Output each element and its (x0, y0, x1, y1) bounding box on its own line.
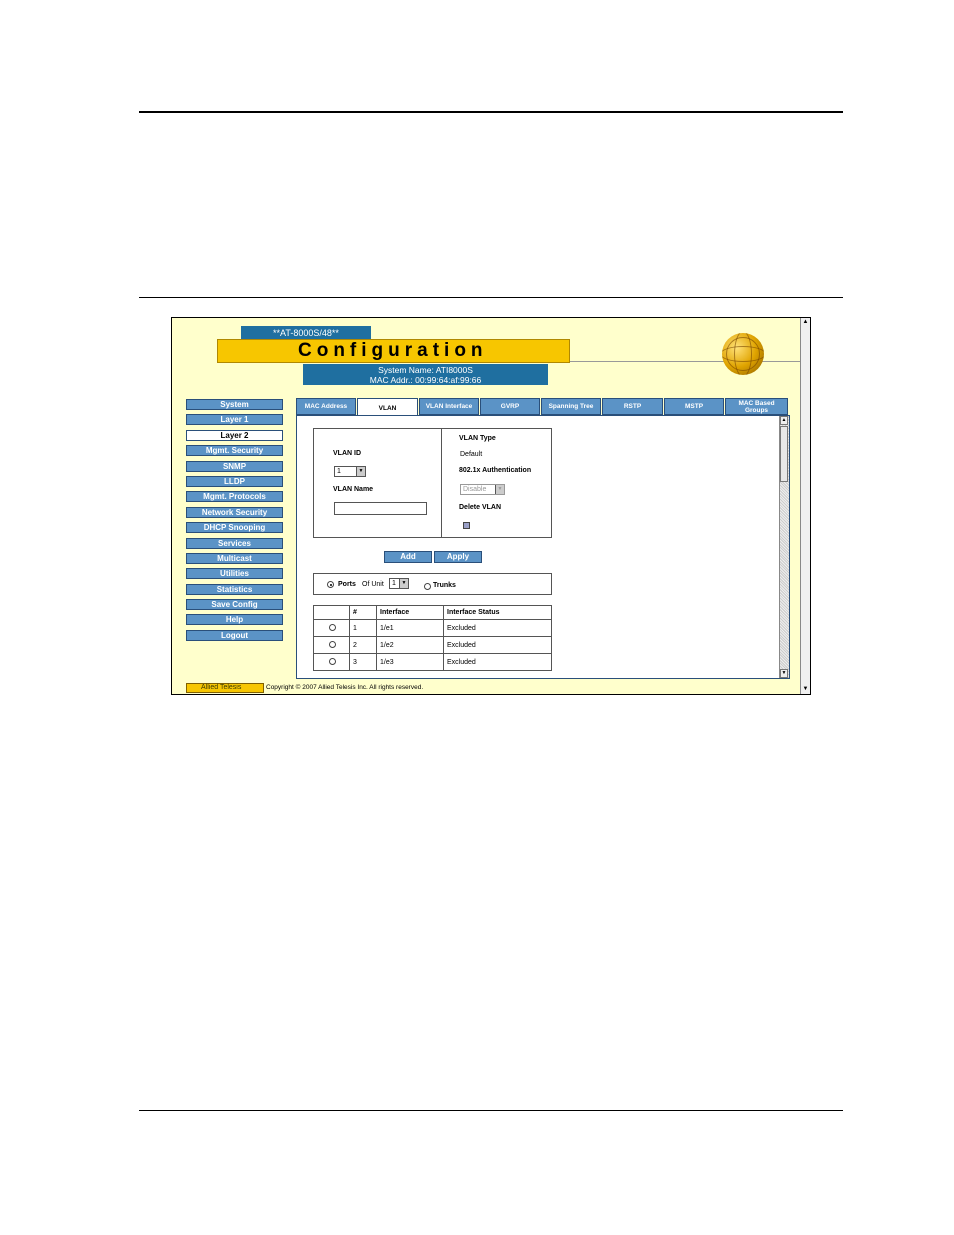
row-number: 1 (349, 619, 377, 637)
system-info-box: System Name: ATI8000S MAC Addr.: 00:99:6… (303, 364, 548, 385)
of-unit-label: Of Unit (362, 581, 384, 588)
tab-rstp[interactable]: RSTP (602, 398, 663, 415)
sidebar-item-multicast[interactable]: Multicast (186, 552, 283, 564)
tab-spanning-tree[interactable]: Spanning Tree (541, 398, 601, 415)
page-title: Configuration (217, 339, 570, 363)
tab-bar: MAC Address VLAN VLAN Interface GVRP Spa… (296, 398, 788, 417)
vlan-id-select[interactable]: 1 ▼ (334, 466, 366, 477)
sidebar-item-save-config[interactable]: Save Config (186, 599, 283, 611)
row-radio[interactable] (329, 624, 336, 631)
sidebar-item-layer-1[interactable]: Layer 1 (186, 414, 283, 426)
trunks-radio[interactable] (424, 583, 431, 590)
row-radio[interactable] (329, 658, 336, 665)
sidebar-item-logout[interactable]: Logout (186, 629, 283, 641)
row-interface: 1/e1 (376, 619, 444, 637)
vlan-id-label: VLAN ID (333, 450, 361, 457)
scroll-thumb[interactable] (780, 426, 788, 482)
unit-select[interactable]: 1 ▼ (389, 578, 409, 589)
tab-mac-address[interactable]: MAC Address (296, 398, 356, 415)
mac-address: MAC Addr.: 00:99:64:af:99:66 (369, 375, 482, 385)
sidebar-item-network-security[interactable]: Network Security (186, 506, 283, 518)
ports-label: Ports (338, 581, 356, 588)
sidebar-item-help[interactable]: Help (186, 614, 283, 626)
vlan-name-label: VLAN Name (333, 486, 374, 493)
sidebar-nav: System Layer 1 Layer 2 Mgmt. Security SN… (186, 399, 283, 645)
tab-gvrp[interactable]: GVRP (480, 398, 540, 415)
vlan-id-value: 1 (337, 468, 341, 475)
ports-radio[interactable] (327, 581, 334, 588)
copyright-text: Copyright © 2007 Allied Telesis Inc. All… (266, 684, 424, 691)
chevron-down-icon[interactable]: ▼ (399, 579, 408, 588)
sidebar-item-statistics[interactable]: Statistics (186, 583, 283, 595)
sidebar-item-utilities[interactable]: Utilities (186, 568, 283, 580)
vlan-settings-divider (441, 429, 442, 537)
bottom-rule (139, 1110, 843, 1111)
apply-button[interactable]: Apply (434, 551, 482, 563)
table-row[interactable]: 3 1/e3 Excluded (313, 653, 552, 671)
delete-vlan-checkbox[interactable] (463, 522, 470, 529)
unit-value: 1 (392, 580, 396, 587)
sidebar-item-mgmt-protocols[interactable]: Mgmt. Protocols (186, 491, 283, 503)
row-status: Excluded (443, 619, 552, 637)
chevron-down-icon[interactable]: ▼ (495, 485, 504, 494)
allied-telesis-logo: Allied Telesis (186, 683, 264, 693)
table-header-row: # Interface Interface Status (313, 605, 552, 620)
chevron-down-icon[interactable]: ▼ (356, 467, 365, 476)
scroll-up-icon[interactable]: ▲ (801, 318, 810, 327)
globe-logo-icon (722, 333, 764, 375)
row-select-cell[interactable] (313, 619, 350, 637)
vlan-type-label: VLAN Type (459, 435, 496, 442)
col-interface-header: Interface (376, 605, 444, 620)
row-interface: 1/e3 (376, 653, 444, 671)
col-number-header: # (349, 605, 377, 620)
sidebar-item-services[interactable]: Services (186, 537, 283, 549)
panel-scrollbar[interactable]: ▲ ▼ (779, 416, 789, 678)
col-select-header (313, 605, 350, 620)
vlan-panel: VLAN ID 1 ▼ VLAN Name VLAN Type Default … (296, 415, 790, 679)
port-selection-box: Ports Of Unit 1 ▼ Trunks (313, 573, 552, 595)
model-label: **AT-8000S/48** (241, 326, 371, 340)
tab-mac-based-groups[interactable]: MAC Based Groups (725, 398, 788, 415)
row-status: Excluded (443, 636, 552, 654)
top-rule (139, 111, 843, 113)
vlan-settings-box: VLAN ID 1 ▼ VLAN Name VLAN Type Default … (313, 428, 552, 538)
scroll-down-icon[interactable]: ▼ (780, 669, 788, 678)
col-status-header: Interface Status (443, 605, 552, 620)
system-name: System Name: ATI8000S (378, 365, 473, 375)
row-number: 3 (349, 653, 377, 671)
auth-label: 802.1x Authentication (459, 467, 532, 474)
row-number: 2 (349, 636, 377, 654)
row-select-cell[interactable] (313, 653, 350, 671)
sidebar-item-mgmt-security[interactable]: Mgmt. Security (186, 445, 283, 457)
sidebar-item-layer-2[interactable]: Layer 2 (186, 429, 283, 441)
scroll-up-icon[interactable]: ▲ (780, 416, 788, 425)
sidebar-item-dhcp-snooping[interactable]: DHCP Snooping (186, 522, 283, 534)
auth-value: Disable (463, 486, 487, 493)
table-row[interactable]: 1 1/e1 Excluded (313, 619, 552, 637)
tab-vlan-interface[interactable]: VLAN Interface (419, 398, 479, 415)
auth-select[interactable]: Disable ▼ (460, 484, 505, 495)
title-underline (570, 361, 802, 362)
footer: Allied Telesis Copyright © 2007 Allied T… (186, 683, 806, 693)
sidebar-item-lldp[interactable]: LLDP (186, 475, 283, 487)
page-scrollbar[interactable]: ▲ ▼ (800, 318, 810, 694)
browser-screenshot: **AT-8000S/48** Configuration System Nam… (171, 317, 811, 695)
row-select-cell[interactable] (313, 636, 350, 654)
row-status: Excluded (443, 653, 552, 671)
add-button[interactable]: Add (384, 551, 432, 563)
tab-mstp[interactable]: MSTP (664, 398, 724, 415)
row-interface: 1/e2 (376, 636, 444, 654)
section-rule (139, 297, 843, 298)
sidebar-item-snmp[interactable]: SNMP (186, 460, 283, 472)
trunks-label: Trunks (433, 582, 456, 589)
vlan-type-value: Default (460, 451, 483, 458)
sidebar-item-system[interactable]: System (186, 399, 283, 410)
ports-table: # Interface Interface Status 1 1/e1 Excl… (313, 605, 552, 671)
row-radio[interactable] (329, 641, 336, 648)
vlan-name-input[interactable] (334, 502, 427, 515)
delete-vlan-label: Delete VLAN (459, 504, 502, 511)
table-row[interactable]: 2 1/e2 Excluded (313, 636, 552, 654)
